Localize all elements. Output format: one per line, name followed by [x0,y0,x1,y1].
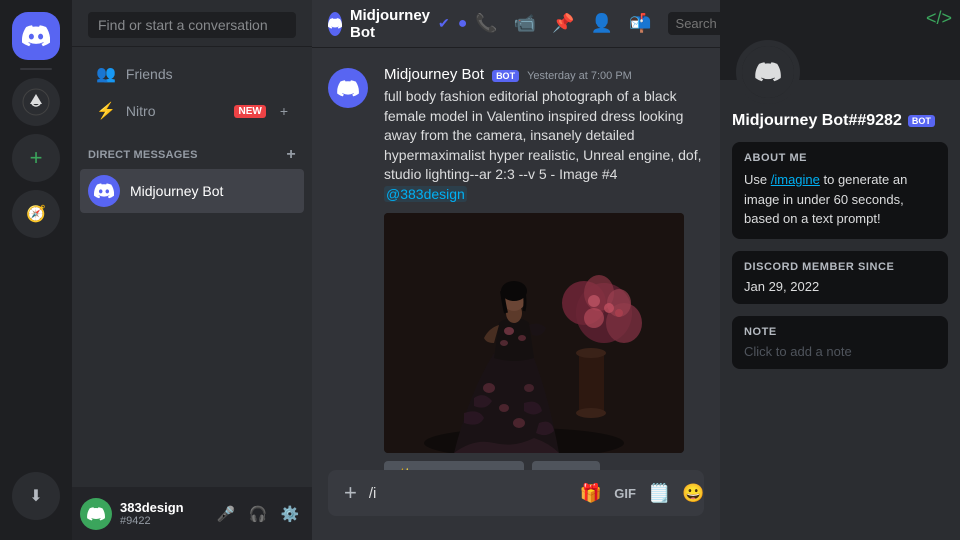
header-separator-dot: ● [458,15,468,33]
channel-list: 👥 Friends ⚡ Nitro NEW + DIRECT MESSAGES … [72,47,312,487]
search-input[interactable]: Find or start a conversation [88,12,296,38]
midjourney-bot-avatar [88,175,120,207]
message-text-content: full body fashion editorial photograph o… [384,88,701,182]
message-author-name: Midjourney Bot [384,66,484,83]
message-input[interactable] [369,474,568,513]
discord-home-button[interactable] [12,12,60,60]
guild-divider [20,68,52,70]
dm-section-header: DIRECT MESSAGES + [72,130,312,168]
nitro-icon: ⚡ [96,101,116,121]
mute-button[interactable]: 🎤 [212,500,240,528]
make-variations-button[interactable]: ✨ Make Variations [384,461,524,470]
about-me-prefix: Use [744,172,771,187]
boat-server-icon[interactable] [12,78,60,126]
messages-area: Midjourney Bot BOT Yesterday at 7:00 PM … [312,48,720,470]
profile-bot-tag: BOT [908,115,935,127]
search-placeholder: Find or start a conversation [98,17,268,33]
note-title: NOTE [744,326,936,338]
self-avatar [80,498,112,530]
chat-header-name: Midjourney Bot [350,7,430,41]
dm-midjourney-bot[interactable]: Midjourney Bot [80,169,304,213]
input-add-button[interactable]: + [344,470,357,516]
bot-icon-in-header [328,12,342,36]
gift-button[interactable]: 🎁 [580,483,602,504]
profile-avatar-inner [742,46,794,98]
new-dm-button[interactable]: + [286,146,296,164]
message-author-avatar [328,68,368,108]
explore-servers-button[interactable]: 🧭 [12,190,60,238]
message-header-row: Midjourney Bot BOT Yesterday at 7:00 PM [384,66,704,83]
download-apps-button[interactable]: ⬇ [12,472,60,520]
main-content: Midjourney Bot ✔ ● 📞 📹 📌 👤 📬 ? Midjourne… [312,0,720,540]
code-icon: </> [926,8,952,29]
image-label: - Image #4 [551,166,618,182]
member-since-section: DISCORD MEMBER SINCE Jan 29, 2022 [732,251,948,304]
new-badge: NEW [234,105,265,118]
right-panel: </> Midjourney Bot##9282 BOT ABOUT ME Us… [720,0,960,540]
note-input[interactable]: Click to add a note [744,344,936,359]
self-username: 383design [120,500,204,515]
chat-header: Midjourney Bot ✔ ● 📞 📹 📌 👤 📬 ? [312,0,720,48]
self-user-info: 383design #9422 [120,500,204,527]
profile-name-row: Midjourney Bot##9282 BOT [732,112,948,130]
friends-icon: 👥 [96,64,116,84]
sticker-button[interactable]: 🗒️ [648,483,670,504]
profile-avatar-area [736,40,800,104]
note-section: NOTE Click to add a note [732,316,948,369]
message-buttons: ✨ Make Variations Web ↗ [384,461,704,470]
input-box: + 🎁 GIF 🗒️ 😀 [328,470,704,516]
midjourney-bot-name: Midjourney Bot [130,183,223,199]
add-member-button[interactable]: 👤 [591,13,613,34]
member-since-date: Jan 29, 2022 [744,279,936,294]
profile-body: Midjourney Bot##9282 BOT ABOUT ME Use /i… [720,80,960,381]
call-button[interactable]: 📞 [475,13,497,34]
about-me-text: Use /imagine to generate an image in und… [744,170,936,229]
user-controls: 🎤 🎧 ⚙️ [212,500,304,528]
user-panel: 383design #9422 🎤 🎧 ⚙️ [72,487,312,540]
gif-button[interactable]: GIF [614,486,636,501]
message-timestamp: Yesterday at 7:00 PM [527,70,632,82]
imagine-link[interactable]: /imagine [771,172,820,187]
verified-icon: ✔ [438,15,450,32]
profile-avatar-large [736,40,800,104]
search-bar: Find or start a conversation [72,0,312,47]
profile-display-name: Midjourney Bot##9282 [732,112,902,130]
member-since-title: DISCORD MEMBER SINCE [744,261,936,273]
input-actions: 🎁 GIF 🗒️ 😀 [580,483,705,504]
nitro-add-icon[interactable]: + [280,103,288,119]
message-group: Midjourney Bot BOT Yesterday at 7:00 PM … [312,64,720,470]
profile-discriminator: #9282 [857,112,902,129]
user-settings-button[interactable]: ⚙️ [276,500,304,528]
message-image [384,213,684,453]
channel-sidebar: Find or start a conversation 👥 Friends ⚡… [72,0,312,540]
inbox-button[interactable]: 📬 [629,13,651,34]
about-me-title: ABOUT ME [744,152,936,164]
deafen-button[interactable]: 🎧 [244,500,272,528]
web-button[interactable]: Web ↗ [532,461,600,470]
nitro-item[interactable]: ⚡ Nitro NEW + [80,93,304,129]
fashion-image-content [384,213,684,453]
video-button[interactable]: 📹 [514,13,536,34]
profile-name-text: Midjourney Bot [732,112,848,129]
self-user-tag: #9422 [120,515,204,527]
input-area: + 🎁 GIF 🗒️ 😀 [312,470,720,540]
message-body: Midjourney Bot BOT Yesterday at 7:00 PM … [384,66,704,470]
message-text: full body fashion editorial photograph o… [384,87,704,205]
about-me-section: ABOUT ME Use /imagine to generate an ima… [732,142,948,239]
profile-header: </> [720,0,960,80]
guild-sidebar: + 🧭 ⬇ [0,0,72,540]
add-server-button[interactable]: + [12,134,60,182]
pin-button[interactable]: 📌 [552,13,574,34]
mention-tag[interactable]: @383design [384,186,467,202]
friends-item[interactable]: 👥 Friends [80,56,304,92]
emoji-button[interactable]: 😀 [682,483,704,504]
bot-tag: BOT [492,70,519,82]
